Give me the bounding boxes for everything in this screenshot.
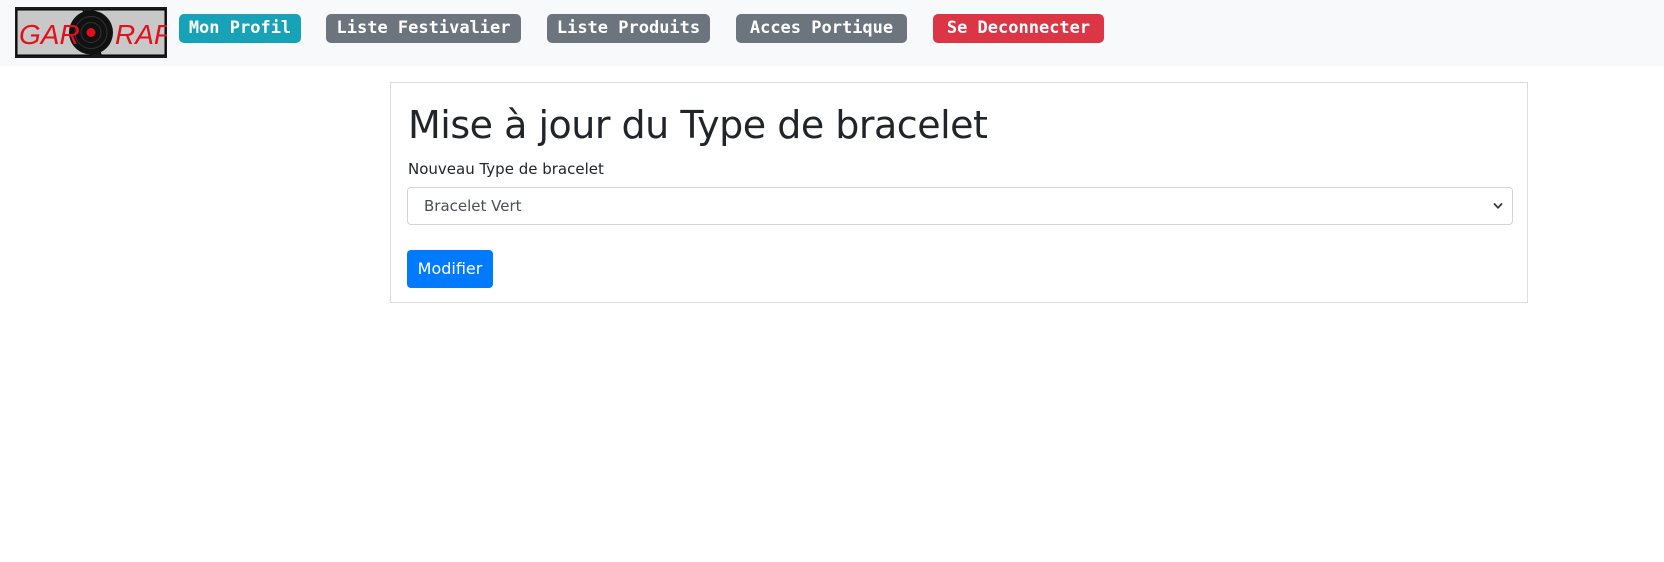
bracelet-type-select[interactable]: Bracelet Vert [407, 187, 1513, 225]
navbar: GAR RAP Mon Profil Liste Festivalier Lis… [0, 0, 1664, 66]
modifier-button[interactable]: Modifier [407, 250, 493, 288]
bracelet-type-selected-value: Bracelet Vert [424, 197, 522, 215]
liste-festivalier-button[interactable]: Liste Festivalier [326, 14, 521, 43]
chevron-down-icon [1493, 203, 1503, 209]
liste-produits-button[interactable]: Liste Produits [547, 14, 710, 43]
bracelet-type-label: Nouveau Type de bracelet [408, 160, 604, 178]
page-title: Mise à jour du Type de bracelet [408, 103, 988, 147]
mon-profil-button[interactable]: Mon Profil [179, 14, 301, 43]
se-deconnecter-button[interactable]: Se Deconnecter [933, 14, 1104, 43]
garorap-logo[interactable]: GAR RAP [15, 7, 167, 58]
logo-right-text: RAP [115, 19, 167, 50]
update-bracelet-card: Mise à jour du Type de bracelet Nouveau … [390, 82, 1528, 303]
acces-portique-button[interactable]: Acces Portique [736, 14, 907, 43]
logo-left-text: GAR [19, 19, 80, 50]
